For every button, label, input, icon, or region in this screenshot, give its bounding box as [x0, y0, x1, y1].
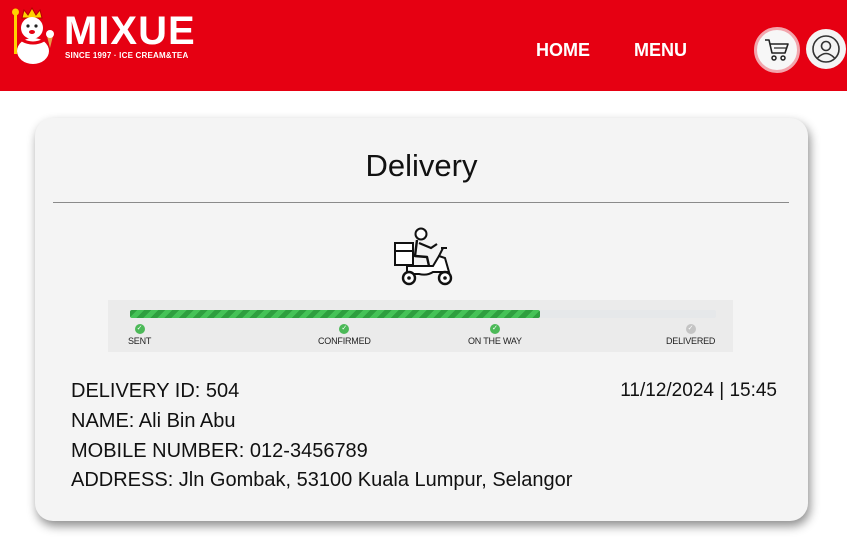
- profile-button[interactable]: [806, 29, 846, 69]
- delivery-datetime: 11/12/2024 | 15:45: [620, 380, 777, 401]
- shopping-cart-icon: [765, 39, 789, 61]
- brand-logo[interactable]: MIXUE SINCE 1997 · ICE CREAM&TEA: [8, 6, 195, 68]
- delivery-id: DELIVERY ID: 504: [71, 380, 240, 402]
- step-confirmed: ✓ CONFIRMED: [318, 324, 371, 346]
- check-circle-icon: ✓: [339, 324, 350, 334]
- brand-name: MIXUE: [64, 9, 196, 53]
- nav-menu-link[interactable]: MENU: [634, 40, 687, 61]
- step-on-the-way: ✓ ON THE WAY: [468, 324, 522, 346]
- progress-bar-fill: [130, 310, 541, 318]
- mobile-number: MOBILE NUMBER: 012-3456789: [71, 440, 368, 462]
- progress-bar-track: [130, 310, 716, 318]
- step-label: CONFIRMED: [318, 336, 371, 346]
- customer-name: NAME: Ali Bin Abu: [71, 410, 236, 432]
- cart-button[interactable]: [754, 27, 800, 73]
- delivery-card: Delivery ✓ SENT ✓ CONFIRMED ✓ ON THE WAY…: [35, 118, 808, 521]
- delivery-address: ADDRESS: Jln Gombak, 53100 Kuala Lumpur,…: [71, 469, 573, 491]
- user-profile-icon: [812, 35, 840, 63]
- delivery-title: Delivery: [365, 148, 478, 183]
- title-divider: [53, 202, 789, 203]
- nav-home-link[interactable]: HOME: [536, 40, 590, 61]
- snow-king-mascot-icon: [12, 6, 54, 64]
- step-label: SENT: [128, 336, 152, 346]
- delivery-scooter-icon: [394, 227, 453, 286]
- check-circle-icon: ✓: [489, 324, 500, 334]
- delivery-progress-tracker: ✓ SENT ✓ CONFIRMED ✓ ON THE WAY ✓ DELIVE…: [108, 300, 733, 352]
- check-circle-icon: ✓: [685, 324, 696, 334]
- top-navigation-bar: MIXUE SINCE 1997 · ICE CREAM&TEA HOME ME…: [0, 0, 847, 91]
- check-circle-icon: ✓: [134, 324, 145, 334]
- step-delivered: ✓ DELIVERED: [666, 324, 715, 346]
- brand-tagline: SINCE 1997 · ICE CREAM&TEA: [65, 51, 189, 60]
- step-label: ON THE WAY: [468, 336, 522, 346]
- step-sent: ✓ SENT: [128, 324, 151, 346]
- step-label: DELIVERED: [666, 336, 716, 346]
